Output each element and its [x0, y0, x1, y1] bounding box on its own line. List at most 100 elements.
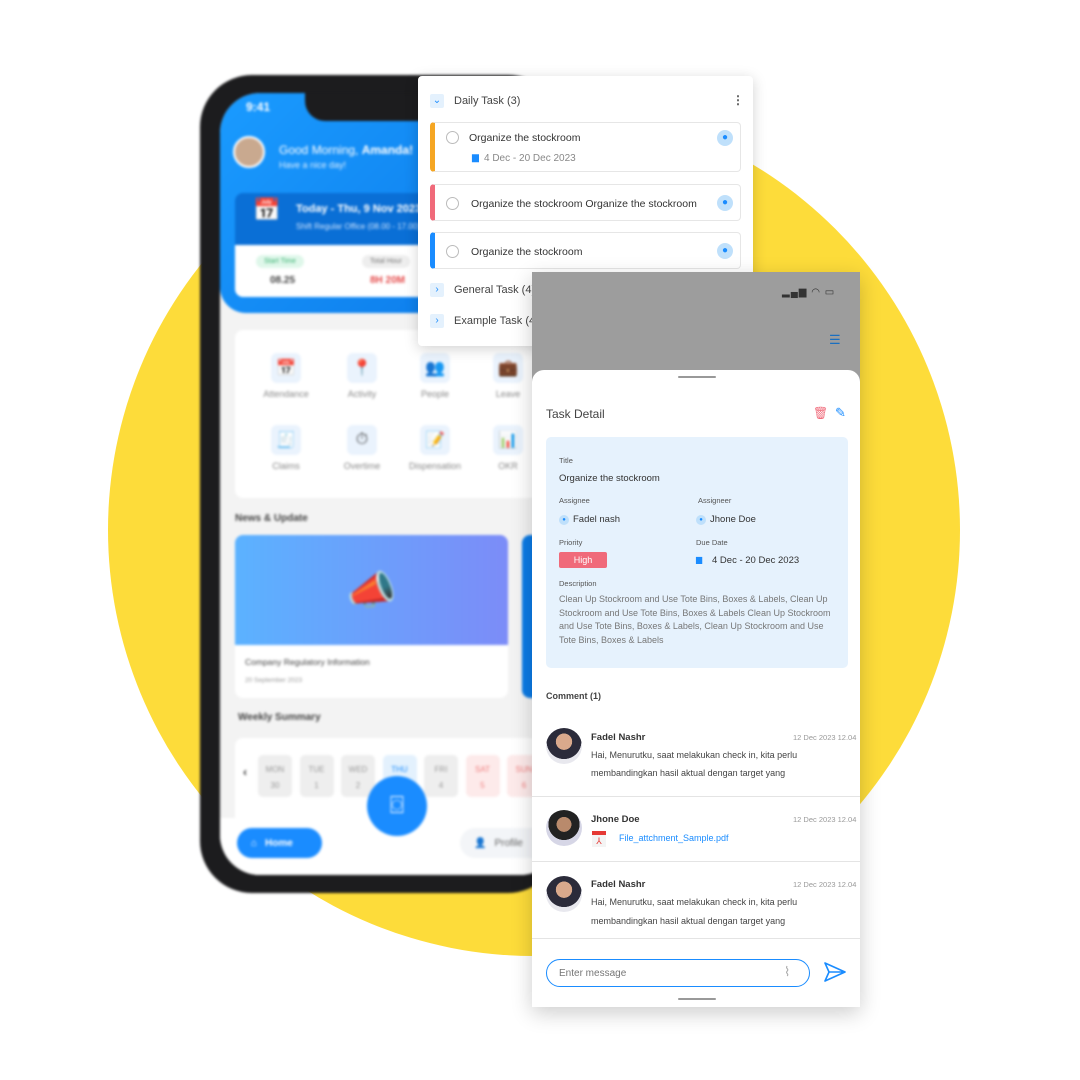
sheet-handle[interactable]: [678, 376, 716, 378]
chart-icon[interactable]: 📊: [493, 425, 523, 455]
assignee-avatar-icon: ●: [717, 130, 733, 146]
attachment-link[interactable]: File_attchment_Sample.pdf: [619, 833, 729, 843]
news-title: News & Update: [235, 513, 308, 524]
suitcase-icon[interactable]: 💼: [493, 353, 523, 383]
trash-icon[interactable]: 🗑: [813, 406, 828, 420]
menu-label[interactable]: Leave: [478, 389, 538, 399]
message-input[interactable]: [546, 959, 810, 987]
comment-author: Fadel Nashr: [591, 732, 646, 743]
avatar: [546, 876, 582, 912]
menu-label[interactable]: Activity: [332, 389, 392, 399]
day-name: TUE: [308, 765, 325, 774]
comments-heading: Comment (1): [546, 691, 602, 701]
menu-label[interactable]: Attendance: [256, 389, 316, 399]
title-value: Organize the stockroom: [559, 473, 660, 484]
task-card[interactable]: Organize the stockroom ●: [430, 232, 741, 269]
start-time-label: Start Time: [256, 255, 304, 268]
chevron-left-icon[interactable]: ‹: [243, 765, 247, 779]
task-checkbox[interactable]: [446, 197, 459, 210]
status-icons: ▂▄▆ ◠ ▭: [782, 287, 836, 298]
chevron-right-icon[interactable]: ›: [430, 314, 444, 328]
start-time-value: 08.25: [270, 275, 296, 286]
stopwatch-icon[interactable]: ⏱: [347, 425, 377, 455]
due-date-label: Due Date: [696, 538, 728, 547]
calendar-icon: ▆: [472, 152, 479, 162]
paperclip-icon[interactable]: ⌇: [784, 964, 790, 980]
day-name: MON: [265, 765, 285, 774]
today-date: Today - Thu, 9 Nov 2023: [296, 203, 422, 215]
document-edit-icon[interactable]: 📝: [420, 425, 450, 455]
avatar[interactable]: [233, 136, 265, 168]
day-number: 30: [270, 781, 280, 790]
people-icon[interactable]: 👥: [420, 353, 450, 383]
filter-icon[interactable]: ☰: [829, 332, 841, 348]
more-icon[interactable]: ⋮: [732, 93, 744, 107]
calendar-icon[interactable]: 📅: [271, 353, 301, 383]
megaphone-illustration: 📣: [235, 535, 508, 645]
chevron-right-icon[interactable]: ›: [430, 283, 444, 297]
comment-text: Hai, Menurutku, saat melakukan check in,…: [591, 897, 798, 907]
nav-profile-label: Profile: [494, 837, 523, 849]
task-checkbox[interactable]: [446, 245, 459, 258]
comment-date: 12 Dec 2023 12.04: [793, 880, 857, 889]
pdf-icon: ⅄: [592, 831, 606, 847]
menu-label[interactable]: Dispensation: [405, 461, 465, 471]
nav-home-label: Home: [265, 837, 293, 849]
priority-badge: High: [559, 552, 607, 568]
divider: [532, 861, 860, 862]
day-name: WED: [348, 765, 368, 774]
task-card[interactable]: Organize the stockroom ▆ 4 Dec - 20 Dec …: [430, 122, 741, 172]
news-date: 20 September 2023: [245, 677, 303, 684]
user-icon: ●: [696, 515, 706, 525]
avatar: [546, 728, 582, 764]
assignee-avatar-icon: ●: [717, 243, 733, 259]
location-pin-icon[interactable]: 📍: [347, 353, 377, 383]
user-icon: 👤: [474, 837, 487, 849]
day-mon[interactable]: MON 30: [258, 755, 292, 797]
menu-label[interactable]: OKR: [478, 461, 538, 471]
assignee-value: Fadel nash: [573, 514, 621, 525]
home-indicator: [678, 998, 716, 1000]
shift-info: Shift Regular Office (08.00 - 17.00): [296, 222, 420, 231]
nav-home[interactable]: ⌂ Home: [237, 828, 322, 858]
group-daily[interactable]: Daily Task (3): [454, 95, 520, 107]
task-title: Organize the stockroom Organize the stoc…: [471, 198, 697, 210]
comment-text: membandingkan hasil aktual dengan target…: [591, 916, 786, 926]
chevron-down-icon[interactable]: ⌄: [430, 94, 444, 108]
subgreeting: Have a nice day!: [279, 160, 347, 170]
description-text: Clean Up Stockroom and Use Tote Bins, Bo…: [559, 594, 831, 646]
edit-icon[interactable]: ✎: [835, 405, 846, 421]
divider: [532, 938, 860, 939]
send-icon[interactable]: [824, 962, 846, 982]
day-sat[interactable]: SAT 5: [465, 755, 500, 797]
day-number: 4: [438, 781, 444, 790]
description-label: Description: [559, 579, 597, 588]
weekly-title: Weekly Summary: [238, 712, 321, 723]
menu-label[interactable]: People: [405, 389, 465, 399]
total-hour-label: Total Hour: [362, 255, 410, 268]
assignee-label: Assignee: [559, 496, 590, 505]
menu-label[interactable]: Claims: [256, 461, 316, 471]
avatar: [546, 810, 582, 846]
task-date: 4 Dec - 20 Dec 2023: [484, 153, 576, 164]
comment-date: 12 Dec 2023 12.04: [793, 815, 857, 824]
title-label: Title: [559, 456, 573, 465]
calendar-icon: ▆: [696, 555, 703, 564]
calendar-clock-icon: 📅: [253, 197, 281, 222]
day-name: FRI: [434, 765, 448, 774]
task-card[interactable]: Organize the stockroom Organize the stoc…: [430, 184, 741, 221]
day-fri[interactable]: FRI 4: [424, 755, 458, 797]
group-example[interactable]: Example Task (4): [454, 315, 539, 327]
day-tue[interactable]: TUE 1: [299, 755, 334, 797]
task-checkbox[interactable]: [446, 131, 459, 144]
greeting: Good Morning,: [279, 143, 362, 157]
menu-label[interactable]: Overtime: [332, 461, 392, 471]
day-name: SAT: [475, 765, 490, 774]
total-hour-value: 8H 20M: [370, 275, 406, 286]
divider: [532, 796, 860, 797]
home-icon: ⌂: [251, 837, 258, 849]
news-card[interactable]: 📣 Company Regulatory Information 20 Sept…: [235, 535, 508, 698]
receipt-icon[interactable]: 🧾: [271, 425, 301, 455]
face-scan-button[interactable]: ⌼: [367, 776, 427, 836]
group-general[interactable]: General Task (4): [454, 284, 535, 296]
